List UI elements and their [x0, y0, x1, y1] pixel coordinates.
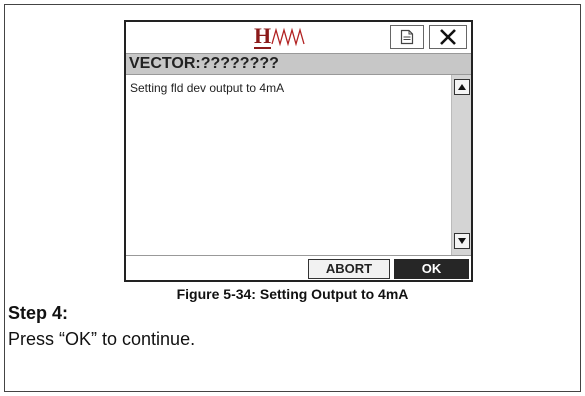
- ok-button[interactable]: OK: [394, 259, 469, 279]
- device-header-title: VECTOR:????????: [126, 53, 471, 75]
- message-area: Setting fld dev output to 4mA: [126, 75, 451, 255]
- step-title: Step 4:: [8, 303, 69, 323]
- logo: H: [254, 24, 324, 50]
- close-icon: [440, 29, 456, 45]
- scroll-up-button[interactable]: [454, 79, 470, 95]
- document-button[interactable]: [390, 25, 424, 49]
- waveform-icon: [271, 27, 305, 47]
- title-bar: H: [126, 22, 471, 52]
- abort-button[interactable]: ABORT: [308, 259, 390, 279]
- status-message: Setting fld dev output to 4mA: [130, 81, 285, 95]
- button-bar: ABORT OK: [126, 255, 471, 280]
- step-instruction: Press “OK” to continue.: [8, 329, 196, 349]
- document-icon: [400, 29, 414, 45]
- device-screen: H VECTOR:???????? Setting fld dev output…: [124, 20, 473, 282]
- vertical-scrollbar[interactable]: [451, 75, 471, 255]
- scroll-down-icon: [458, 238, 466, 244]
- figure-caption: Figure 5-34: Setting Output to 4mA: [176, 286, 409, 302]
- close-button[interactable]: [429, 25, 467, 49]
- logo-letter: H: [254, 23, 272, 49]
- scroll-down-button[interactable]: [454, 233, 470, 249]
- scroll-up-icon: [458, 84, 466, 90]
